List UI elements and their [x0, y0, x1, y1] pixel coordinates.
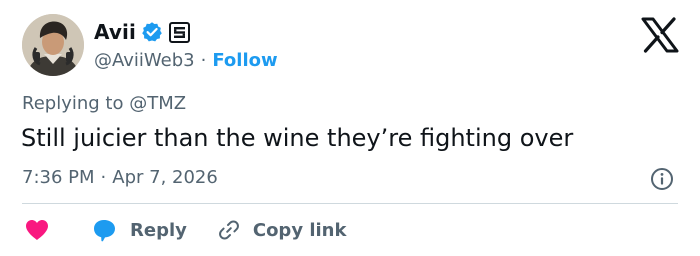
- follow-link[interactable]: Follow: [212, 50, 277, 71]
- avatar[interactable]: [22, 14, 84, 76]
- post-timestamp[interactable]: 7:36 PM · Apr 7, 2026: [22, 167, 218, 188]
- info-icon[interactable]: [650, 167, 674, 191]
- replying-to-mention[interactable]: @TMZ: [129, 93, 186, 114]
- replying-to-line: Replying to @TMZ: [22, 93, 186, 114]
- x-logo-icon[interactable]: [640, 17, 680, 53]
- author-handle[interactable]: @AviiWeb3: [94, 50, 195, 71]
- post-time[interactable]: 7:36 PM: [22, 167, 95, 188]
- like-button[interactable]: [24, 218, 50, 242]
- post-date[interactable]: Apr 7, 2026: [112, 167, 218, 188]
- link-icon: [218, 220, 239, 240]
- timestamp-separator: ·: [100, 167, 107, 188]
- author-handle-row: @AviiWeb3 · Follow: [94, 48, 278, 72]
- divider: [22, 203, 678, 204]
- heart-icon: [26, 220, 48, 240]
- post-text: Still juicier than the wine they’re figh…: [21, 124, 574, 152]
- author-name-row: Avii: [94, 19, 190, 45]
- replying-to-prefix: Replying to: [22, 93, 130, 114]
- verified-badge-icon: [142, 22, 162, 42]
- embedded-post-card: Avii @AviiWeb3 · Follow Replying to @TMZ…: [0, 0, 700, 256]
- id-card-icon: [168, 21, 190, 43]
- action-bar: Reply Copy link: [24, 216, 346, 244]
- reply-button[interactable]: Reply: [92, 218, 187, 242]
- separator-dot: ·: [200, 49, 207, 71]
- speech-bubble-icon: [94, 220, 115, 242]
- reply-label: Reply: [130, 219, 187, 241]
- copy-link-label: Copy link: [252, 219, 347, 241]
- author-display-name[interactable]: Avii: [94, 20, 136, 44]
- copy-link-button[interactable]: Copy link: [217, 218, 347, 242]
